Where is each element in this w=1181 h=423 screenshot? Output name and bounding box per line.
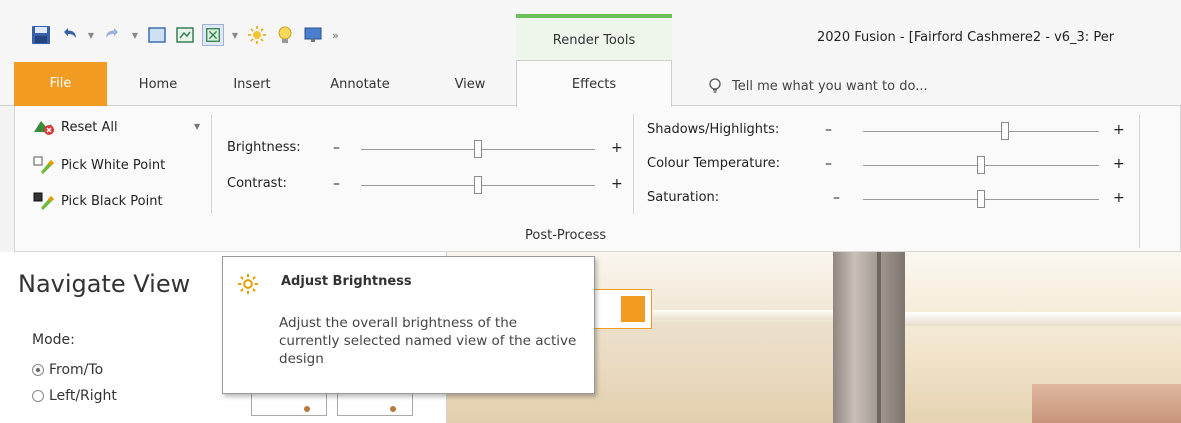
- ribbon-separator: [1139, 114, 1140, 248]
- navigate-marker: [304, 406, 310, 412]
- radio-left-right-indicator: [32, 390, 44, 402]
- shadows-highlights-slider-track[interactable]: [863, 131, 1099, 132]
- shadows-highlights-slider-row: Shadows/Highlights: – +: [15, 122, 1135, 142]
- context-tab-render-tools: Render Tools: [516, 14, 672, 60]
- colour-temperature-label: Colour Temperature:: [647, 156, 781, 171]
- brightness-increase-button[interactable]: +: [611, 140, 623, 156]
- viewport-column-edge: [877, 252, 881, 423]
- colour-temperature-increase-button[interactable]: +: [1113, 156, 1125, 172]
- post-process-group-label: Post-Process: [525, 228, 607, 243]
- fit-dropdown-icon[interactable]: ▼: [230, 24, 240, 46]
- tell-me-search[interactable]: Tell me what you want to do...: [708, 78, 928, 94]
- lightbulb-icon[interactable]: [274, 24, 296, 46]
- radio-from-to[interactable]: From/To: [32, 362, 103, 378]
- saturation-increase-button[interactable]: +: [1113, 190, 1125, 206]
- undo-dropdown-icon[interactable]: ▼: [86, 24, 96, 46]
- tab-insert[interactable]: Insert: [222, 64, 282, 106]
- radio-from-to-indicator: [32, 364, 44, 376]
- viewport-cornice: [905, 312, 1181, 326]
- lightbulb-search-icon: [709, 78, 721, 93]
- mode-label: Mode:: [32, 332, 75, 348]
- saturation-label: Saturation:: [647, 190, 720, 205]
- brightness-icon: [237, 273, 259, 299]
- shadows-highlights-label: Shadows/Highlights:: [647, 122, 780, 137]
- fit-icon[interactable]: [202, 24, 224, 46]
- brightness-label: Brightness:: [227, 140, 301, 155]
- shadows-highlights-increase-button[interactable]: +: [1113, 122, 1125, 138]
- redo-dropdown-icon[interactable]: ▼: [130, 24, 140, 46]
- shadows-highlights-slider-thumb[interactable]: [1000, 122, 1009, 140]
- undo-icon[interactable]: [58, 24, 80, 46]
- viewport-cabinet: [1032, 384, 1181, 423]
- tab-effects[interactable]: Effects: [516, 60, 672, 107]
- navigate-control-left[interactable]: [251, 392, 327, 416]
- saturation-slider-thumb[interactable]: [977, 190, 985, 208]
- brightness-icon[interactable]: [246, 24, 268, 46]
- viewport-column: [833, 252, 905, 423]
- saturation-decrease-button[interactable]: –: [833, 190, 840, 206]
- navigate-control-right[interactable]: [337, 392, 413, 416]
- tab-home[interactable]: Home: [128, 64, 188, 106]
- save-icon[interactable]: [30, 24, 52, 46]
- navigate-view-title: Navigate View: [18, 270, 191, 298]
- window-title: 2020 Fusion - [Fairford Cashmere2 - v6_3…: [817, 30, 1115, 45]
- radio-left-right[interactable]: Left/Right: [32, 388, 117, 404]
- tooltip-body: Adjust the overall brightness of the cur…: [279, 315, 577, 367]
- tab-annotate[interactable]: Annotate: [320, 64, 400, 106]
- saturation-slider-row: Saturation: – +: [15, 190, 1135, 210]
- colour-temperature-decrease-button[interactable]: –: [825, 156, 832, 172]
- shadows-highlights-decrease-button[interactable]: –: [825, 122, 832, 138]
- redo-icon[interactable]: [102, 24, 124, 46]
- navigate-marker: [390, 406, 396, 412]
- qat-more-icon[interactable]: »: [332, 29, 339, 42]
- view-icon[interactable]: [146, 24, 168, 46]
- tell-me-text: Tell me what you want to do...: [732, 78, 928, 94]
- monitor-icon[interactable]: [302, 24, 324, 46]
- ribbon-effects-panel: Reset All ▼ Pick White Point Pick Black …: [14, 106, 1181, 252]
- ribbon-tab-row: File Home Insert Annotate View Effects T…: [0, 60, 1181, 107]
- tab-view[interactable]: View: [440, 64, 500, 106]
- title-bar: ▼ ▼ ▼ » Render Tools 2020 Fusion - [Fair…: [0, 0, 1181, 60]
- view-indicator-fill: [621, 296, 645, 322]
- colour-temperature-slider-thumb[interactable]: [977, 156, 985, 174]
- tooltip-adjust-brightness: Adjust Brightness Adjust the overall bri…: [222, 256, 595, 394]
- brightness-decrease-button[interactable]: –: [333, 140, 340, 156]
- contrast-label: Contrast:: [227, 176, 287, 191]
- image-icon[interactable]: [174, 24, 196, 46]
- quick-access-toolbar: ▼ ▼ ▼ »: [30, 22, 339, 48]
- tooltip-title: Adjust Brightness: [281, 274, 412, 289]
- tab-file[interactable]: File: [14, 62, 107, 106]
- colour-temperature-slider-row: Colour Temperature: – +: [15, 156, 1135, 176]
